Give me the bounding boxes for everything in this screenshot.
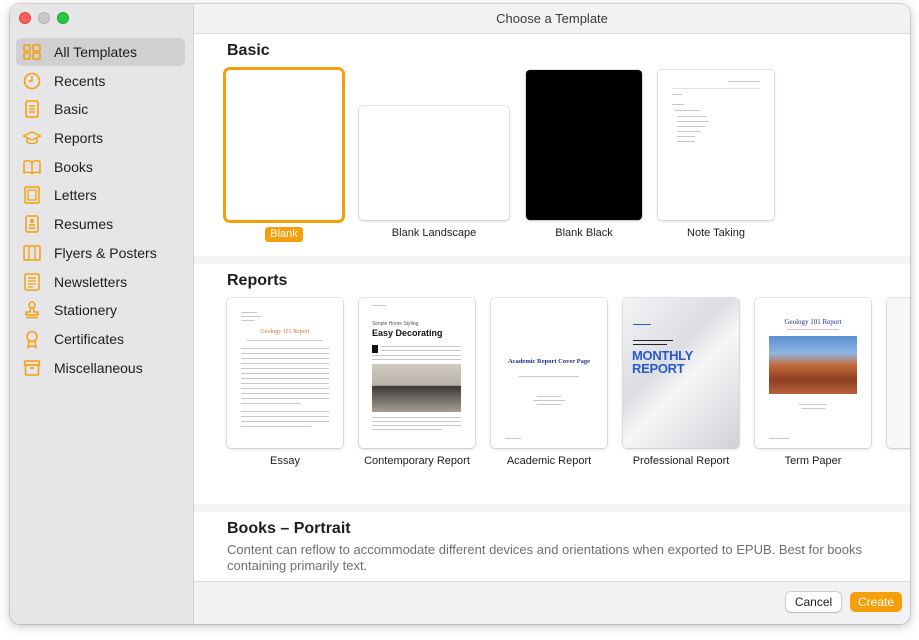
template-blank-landscape[interactable]: Blank Landscape xyxy=(359,106,509,240)
template-essay[interactable]: Geology 101 Report Essay xyxy=(227,298,343,468)
template-thumbnail[interactable]: Simple Home Styling Easy Decorating xyxy=(359,298,475,448)
window-controls xyxy=(19,12,69,24)
sidebar-item-label: Letters xyxy=(54,187,97,204)
sidebar-item-reports[interactable]: Reports xyxy=(16,124,185,152)
thumbnail-title: Academic Report Cover Page xyxy=(507,358,590,365)
sidebar-item-recents[interactable]: Recents xyxy=(16,67,185,95)
template-term-paper[interactable]: Geology 101 Report Term Paper xyxy=(755,298,871,468)
sidebar-item-label: Miscellaneous xyxy=(54,359,143,376)
template-thumbnail[interactable]: Geology 101 Report xyxy=(755,298,871,448)
section-title: Books – Portrait xyxy=(227,520,351,537)
template-chooser-window: All Templates Recents Basic Reports Book… xyxy=(10,4,910,624)
thumbnail-kicker: Simple Home Styling xyxy=(372,321,419,327)
letter-icon xyxy=(22,185,42,205)
section-basic: Basic Blank Blank Landscape Blank Black xyxy=(194,34,910,256)
stamp-icon xyxy=(22,300,42,320)
section-title: Basic xyxy=(227,42,270,59)
template-blank-black[interactable]: Blank Black xyxy=(526,70,642,240)
template-label: Blank Landscape xyxy=(391,227,477,239)
sidebar-item-label: All Templates xyxy=(54,44,138,60)
newsletter-icon xyxy=(22,272,42,292)
cancel-button[interactable]: Cancel xyxy=(786,592,841,612)
footer-bar: Cancel Create xyxy=(194,581,910,624)
graduation-cap-icon xyxy=(22,128,42,148)
template-label: Academic Report xyxy=(506,455,592,467)
sidebar-item-newsletters[interactable]: Newsletters xyxy=(16,268,185,296)
clock-icon xyxy=(22,71,42,91)
book-icon xyxy=(22,157,42,177)
canyon-photo xyxy=(769,336,857,394)
sidebar-item-books[interactable]: Books xyxy=(16,153,185,181)
sidebar-item-resumes[interactable]: Resumes xyxy=(16,210,185,238)
template-thumbnail[interactable]: Geology 101 Report xyxy=(227,298,343,448)
template-thumbnail[interactable]: MONTHLY REPORT xyxy=(623,298,739,448)
section-reports: Reports Geology 101 Report Essay Simple … xyxy=(194,264,910,504)
sidebar-item-all-templates[interactable]: All Templates xyxy=(16,38,185,66)
create-button[interactable]: Create xyxy=(850,592,902,612)
sidebar: All Templates Recents Basic Reports Book… xyxy=(10,4,194,624)
template-label: Term Paper xyxy=(784,455,842,467)
sidebar-item-miscellaneous[interactable]: Miscellaneous xyxy=(16,354,185,382)
sidebar-item-label: Recents xyxy=(54,72,106,89)
sidebar-item-certificates[interactable]: Certificates xyxy=(16,325,185,353)
template-blank[interactable]: Blank xyxy=(226,70,342,242)
thumbnail-title: Geology 101 Report xyxy=(260,329,310,335)
sidebar-item-label: Flyers & Posters xyxy=(54,244,157,261)
category-list: All Templates Recents Basic Reports Book… xyxy=(16,38,185,382)
template-thumbnail[interactable] xyxy=(658,70,774,220)
sidebar-item-label: Newsletters xyxy=(54,273,128,290)
template-label: Note Taking xyxy=(687,227,745,239)
section-books-portrait: Books – Portrait Content can reflow to a… xyxy=(194,512,910,581)
thumbnail-title: MONTHLY REPORT xyxy=(632,348,693,376)
ribbon-icon xyxy=(22,329,42,349)
sidebar-item-flyers-posters[interactable]: Flyers & Posters xyxy=(16,239,185,267)
template-thumbnail[interactable] xyxy=(226,70,342,220)
sidebar-item-label: Books xyxy=(54,158,93,175)
grid-icon xyxy=(22,42,42,62)
main-panel: Choose a Template Basic Blank Blank Land… xyxy=(194,4,910,624)
template-note-taking[interactable]: Note Taking xyxy=(658,70,774,240)
sidebar-item-letters[interactable]: Letters xyxy=(16,181,185,209)
thumbnail-title: Geology 101 Report xyxy=(784,318,842,326)
template-label: Contemporary Report xyxy=(364,455,470,467)
template-gallery[interactable]: Basic Blank Blank Landscape Blank Black xyxy=(194,34,910,581)
room-photo xyxy=(372,364,461,412)
template-label: Blank Black xyxy=(555,227,613,239)
close-window-button[interactable] xyxy=(19,12,31,24)
section-title: Reports xyxy=(227,272,288,289)
template-professional-report[interactable]: MONTHLY REPORT Professional Report xyxy=(623,298,739,468)
thumbnail-title: Easy Decorating xyxy=(372,328,443,338)
flyer-icon xyxy=(22,243,42,263)
sidebar-item-stationery[interactable]: Stationery xyxy=(16,296,185,324)
document-icon xyxy=(22,99,42,119)
sidebar-item-label: Certificates xyxy=(54,330,125,347)
sidebar-item-label: Reports xyxy=(54,130,104,147)
template-thumbnail[interactable] xyxy=(887,298,910,448)
sidebar-item-label: Basic xyxy=(54,101,89,118)
maximize-window-button[interactable] xyxy=(57,12,69,24)
sidebar-item-label: Stationery xyxy=(54,302,118,319)
template-academic-report[interactable]: Academic Report Cover Page Academic Repo… xyxy=(491,298,607,468)
template-label: Essay xyxy=(270,455,300,467)
window-title: Choose a Template xyxy=(194,4,910,34)
template-thumbnail[interactable] xyxy=(526,70,642,220)
sidebar-item-basic[interactable]: Basic xyxy=(16,95,185,123)
drawer-icon xyxy=(22,358,42,378)
template-label: Professional Report xyxy=(632,455,730,467)
template-thumbnail[interactable]: Academic Report Cover Page xyxy=(491,298,607,448)
section-description: Content can reflow to accommodate differ… xyxy=(227,542,862,573)
minimize-window-button[interactable] xyxy=(38,12,50,24)
template-thumbnail[interactable] xyxy=(359,106,509,220)
sidebar-item-label: Resumes xyxy=(54,216,114,233)
template-partial-next[interactable] xyxy=(887,298,910,448)
template-label: Blank xyxy=(265,227,303,242)
template-contemporary-report[interactable]: Simple Home Styling Easy Decorating Cont… xyxy=(359,298,475,468)
resume-icon xyxy=(22,214,42,234)
